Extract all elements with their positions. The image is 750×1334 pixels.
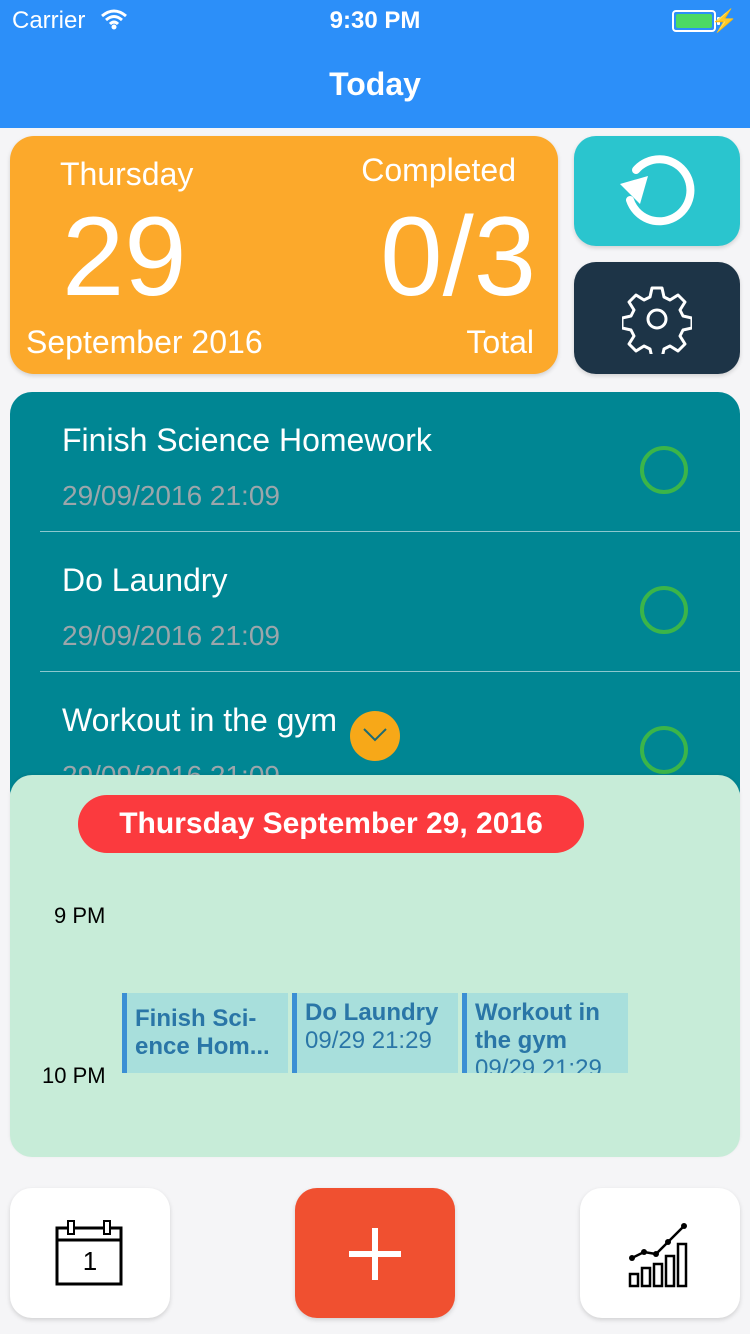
calendar-event[interactable]: Finish Sci- ence Hom... — [122, 993, 288, 1073]
charging-icon: ⚡ — [710, 8, 738, 33]
task-checkbox[interactable] — [640, 726, 688, 774]
add-task-button[interactable] — [295, 1188, 455, 1318]
stats-chart-icon — [628, 1223, 688, 1288]
day-calendar-panel: Thursday September 29, 2016 9 PM 10 PM F… — [10, 775, 740, 1157]
task-checkbox[interactable] — [640, 586, 688, 634]
calendar-event[interactable]: Do Laundry 09/29 21:29 — [292, 993, 458, 1073]
collapse-button[interactable] — [350, 711, 400, 761]
event-time: 09/29 21:29 — [475, 1055, 602, 1073]
calendar-day-number: 1 — [82, 1246, 98, 1276]
page-title: Today — [329, 66, 421, 102]
task-row[interactable]: Finish Science Homework 29/09/2016 21:09 — [10, 392, 740, 532]
nav-bar: Today — [0, 40, 750, 128]
weekday-label: Thursday — [60, 156, 194, 192]
plus-icon — [349, 1228, 401, 1280]
hour-label: 9 PM — [54, 903, 106, 928]
refresh-icon — [620, 155, 695, 226]
event-title: ence Hom... — [135, 1033, 270, 1060]
status-time: 9:30 PM — [329, 7, 421, 34]
gear-icon — [622, 286, 692, 354]
total-label: Total — [466, 324, 534, 360]
statistics-button[interactable] — [580, 1188, 740, 1318]
chevron-down-icon — [363, 728, 387, 742]
calendar-event[interactable]: Workout in the gym 09/29 21:29 — [462, 993, 628, 1073]
day-number: 29 — [62, 194, 187, 319]
task-checkbox[interactable] — [640, 446, 688, 494]
task-datetime: 29/09/2016 21:09 — [62, 480, 280, 511]
month-year-label: September 2016 — [26, 324, 263, 360]
task-datetime: 29/09/2016 21:09 — [62, 620, 280, 651]
calendar-date-header: Thursday September 29, 2016 — [78, 795, 584, 853]
calendar-button[interactable]: 1 — [10, 1188, 170, 1318]
task-title: Do Laundry — [62, 562, 228, 598]
event-title: Workout in — [475, 999, 600, 1026]
event-title: the gym — [475, 1027, 568, 1054]
task-title: Finish Science Homework — [62, 422, 432, 458]
date-summary-card: Thursday 29 September 2016 Completed 0/3… — [10, 136, 558, 374]
task-title: Workout in the gym — [62, 702, 338, 738]
refresh-button[interactable] — [574, 136, 740, 246]
battery-icon — [672, 10, 720, 32]
event-title: Finish Sci- — [135, 1005, 257, 1032]
hour-label: 10 PM — [42, 1063, 106, 1088]
event-time: 09/29 21:29 — [305, 1027, 432, 1054]
status-bar: Carrier 9:30 PM ⚡ — [0, 0, 750, 40]
task-row[interactable]: Do Laundry 29/09/2016 21:09 — [10, 532, 740, 672]
settings-button[interactable] — [574, 262, 740, 374]
completed-count: 0/3 — [380, 194, 536, 319]
completed-label: Completed — [361, 152, 516, 188]
event-title: Do Laundry — [305, 999, 439, 1026]
